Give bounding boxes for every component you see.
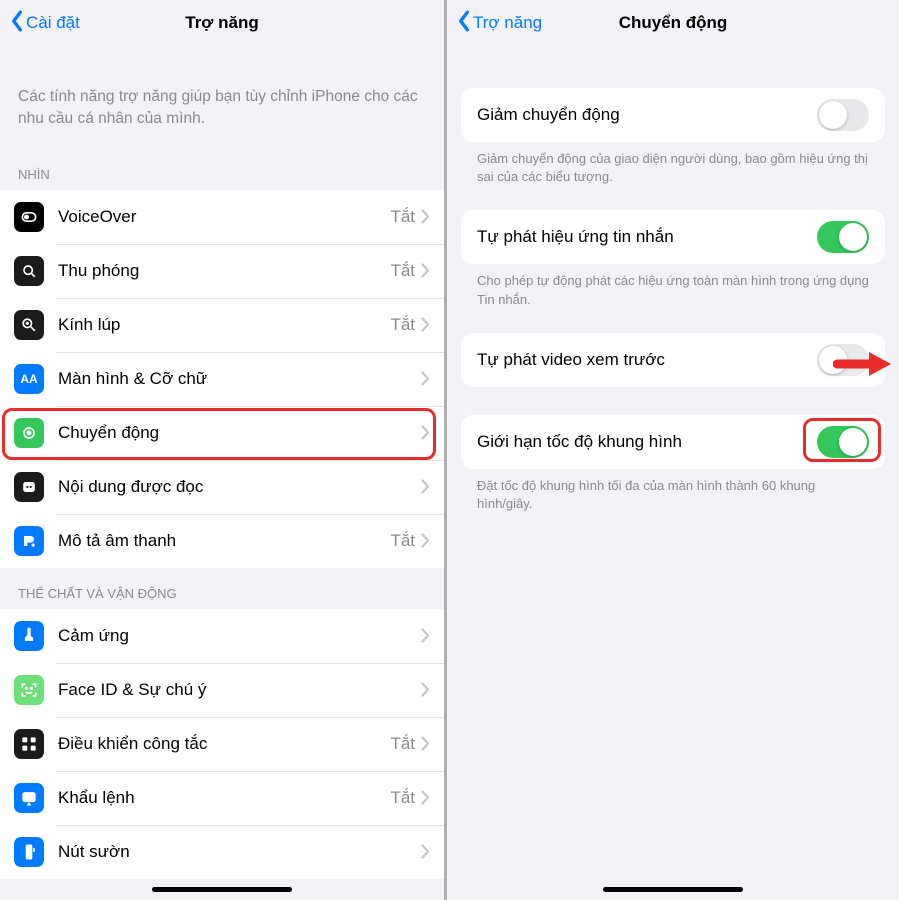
navbar-right: Trợ năng Chuyển động [447,0,899,46]
chevron-left-icon [10,10,24,37]
row-switch-control[interactable]: Điều khiển công tắc Tắt [0,717,444,771]
zoom-icon [14,256,44,286]
chevron-right-icon [421,371,430,386]
chevron-right-icon [421,209,430,224]
chevron-right-icon [421,844,430,859]
chevron-right-icon [421,425,430,440]
row-label: Nút sườn [58,842,421,862]
touch-icon [14,621,44,651]
row-reduce-motion[interactable]: Giảm chuyển động [461,88,885,142]
footer-frame-limit: Đặt tốc độ khung hình tối đa của màn hìn… [447,469,899,531]
toggle-frame-limit[interactable] [817,426,869,458]
group-message-effects: Tự phát hiệu ứng tin nhắn [461,210,885,264]
back-button[interactable]: Trợ năng [457,10,542,37]
row-side-button[interactable]: Nút sườn [0,825,444,879]
row-label: Tự phát hiệu ứng tin nhắn [477,227,817,247]
intro-text: Các tính năng trợ năng giúp bạn tùy chỉn… [0,46,444,149]
row-voiceover[interactable]: VoiceOver Tắt [0,190,444,244]
chevron-right-icon [421,263,430,278]
row-label: VoiceOver [58,207,390,227]
group-reduce-motion: Giảm chuyển động [461,88,885,142]
row-touch[interactable]: Cảm ứng [0,609,444,663]
chevron-right-icon [421,317,430,332]
row-value: Tắt [390,531,415,551]
chevron-right-icon [421,736,430,751]
row-value: Tắt [390,315,415,335]
motion-icon [14,418,44,448]
home-indicator[interactable] [603,887,743,892]
chevron-right-icon [421,479,430,494]
row-frame-limit[interactable]: Giới hạn tốc độ khung hình [461,415,885,469]
row-label: Cảm ứng [58,626,421,646]
group-frame-limit: Giới hạn tốc độ khung hình [461,415,885,469]
row-label: Chuyển động [58,423,421,443]
row-label: Tự phát video xem trước [477,350,817,370]
motor-list: Cảm ứng Face ID & Sự chú ý Điều khiển cô… [0,609,444,879]
row-label: Giảm chuyển động [477,105,817,125]
voiceover-icon [14,202,44,232]
section-header-vision: NHÌN [0,149,444,190]
row-video-preview[interactable]: Tự phát video xem trước [461,333,885,387]
row-label: Màn hình & Cỡ chữ [58,369,421,389]
home-indicator[interactable] [152,887,292,892]
row-value: Tắt [390,261,415,281]
row-value: Tắt [390,734,415,754]
row-message-effects[interactable]: Tự phát hiệu ứng tin nhắn [461,210,885,264]
chevron-right-icon [421,628,430,643]
back-button[interactable]: Cài đặt [10,10,80,37]
row-display-text[interactable]: AA Màn hình & Cỡ chữ [0,352,444,406]
row-magnifier[interactable]: Kính lúp Tắt [0,298,444,352]
motion-pane: Trợ năng Chuyển động Giảm chuyển động Gi… [447,0,899,900]
voice-control-icon [14,783,44,813]
row-value: Tắt [390,207,415,227]
audio-desc-icon [14,526,44,556]
row-label: Kính lúp [58,315,390,335]
navbar-left: Cài đặt Trợ năng [0,0,444,46]
toggle-message-effects[interactable] [817,221,869,253]
row-audio-desc[interactable]: Mô tả âm thanh Tắt [0,514,444,568]
row-value: Tắt [390,788,415,808]
back-label: Cài đặt [26,13,80,33]
row-voice-control[interactable]: Khẩu lệnh Tắt [0,771,444,825]
row-motion[interactable]: Chuyển động [0,406,444,460]
footer-message-effects: Cho phép tự động phát các hiệu ứng toàn … [447,264,899,326]
row-label: Điều khiển công tắc [58,734,390,754]
chevron-left-icon [457,10,471,37]
row-faceid[interactable]: Face ID & Sự chú ý [0,663,444,717]
switch-control-icon [14,729,44,759]
row-zoom[interactable]: Thu phóng Tắt [0,244,444,298]
section-header-motor: THỂ CHẤT VÀ VẬN ĐỘNG [0,568,444,609]
magnifier-icon [14,310,44,340]
vision-list: VoiceOver Tắt Thu phóng Tắt Kính lúp Tắt… [0,190,444,568]
row-label: Nội dung được đọc [58,477,421,497]
chevron-right-icon [421,682,430,697]
row-label: Face ID & Sự chú ý [58,680,421,700]
faceid-icon [14,675,44,705]
footer-reduce-motion: Giảm chuyển động của giao diện người dùn… [447,142,899,204]
toggle-reduce-motion[interactable] [817,99,869,131]
group-video-preview: Tự phát video xem trước [461,333,885,387]
row-label: Giới hạn tốc độ khung hình [477,432,817,452]
text-size-icon: AA [14,364,44,394]
toggle-video-preview[interactable] [817,344,869,376]
side-button-icon [14,837,44,867]
chevron-right-icon [421,790,430,805]
row-spoken-content[interactable]: Nội dung được đọc [0,460,444,514]
accessibility-pane: Cài đặt Trợ năng Các tính năng trợ năng … [0,0,447,900]
back-label: Trợ năng [473,13,542,33]
chevron-right-icon [421,533,430,548]
spoken-content-icon [14,472,44,502]
row-label: Mô tả âm thanh [58,531,390,551]
row-label: Thu phóng [58,261,390,281]
row-label: Khẩu lệnh [58,788,390,808]
